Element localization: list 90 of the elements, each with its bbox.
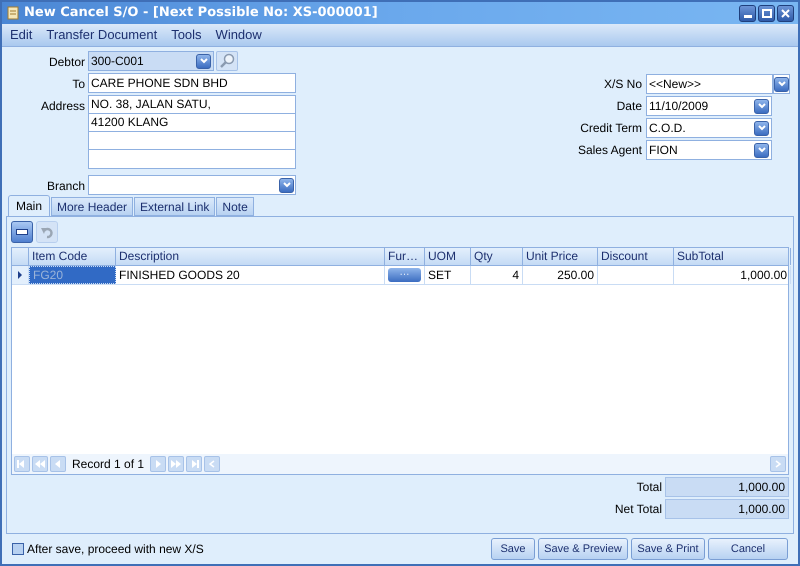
previous-page-icon	[35, 460, 45, 468]
dropdown-button[interactable]	[754, 120, 769, 136]
checkbox-label: After save, proceed with new X/S	[27, 541, 204, 558]
document-icon	[6, 6, 20, 20]
chevron-right-icon	[775, 460, 781, 468]
current-row-icon	[18, 271, 22, 279]
tab[interactable]: More Header	[51, 197, 134, 216]
chevron-down-icon	[758, 103, 766, 109]
field-value: C.O.D.	[649, 120, 686, 137]
field-label: Sales Agent	[576, 142, 643, 159]
menu-item[interactable]: Window	[216, 25, 262, 45]
close-icon	[781, 8, 790, 18]
close-button[interactable]	[777, 4, 794, 22]
branch-dropdown[interactable]	[88, 175, 296, 195]
next-page-icon	[171, 460, 182, 468]
maximize-icon	[762, 8, 772, 18]
field-value: <<New>>	[649, 76, 702, 93]
chevron-down-icon	[282, 182, 290, 188]
search-icon	[219, 53, 235, 69]
dropdown-field[interactable]: C.O.D.	[646, 118, 772, 138]
tab[interactable]: Main	[8, 195, 50, 216]
total-field: 1,000.00	[665, 499, 789, 519]
dialog-button[interactable]: Save & Preview	[538, 538, 628, 560]
menu-item[interactable]: Transfer Document	[46, 25, 158, 45]
address-line[interactable]: NO. 38, JALAN SATU,	[89, 96, 295, 114]
undo-icon	[40, 225, 54, 239]
total-label: Net Total	[614, 501, 663, 518]
table-cell: FINISHED GOODS 20	[116, 266, 385, 284]
column-header[interactable]: SubTotal	[674, 248, 791, 265]
remove-button[interactable]	[11, 221, 33, 243]
minimize-icon	[744, 14, 752, 18]
next-record-icon	[153, 460, 164, 468]
previous-record-icon	[53, 460, 63, 468]
dropdown-field[interactable]: 11/10/2009	[646, 96, 772, 116]
debtor-dropdown[interactable]: 300-C001	[88, 51, 214, 71]
dropdown-button[interactable]	[754, 142, 769, 158]
dropdown-button[interactable]	[754, 98, 769, 114]
column-header[interactable]: Unit Price	[523, 248, 598, 265]
field-value: 11/10/2009	[649, 98, 708, 115]
menu-item[interactable]: Edit	[10, 25, 32, 45]
chevron-down-icon	[758, 125, 766, 131]
chevron-down-icon	[758, 147, 766, 153]
chevron-left-icon	[209, 460, 216, 468]
dropdown-button[interactable]	[774, 76, 789, 92]
table-cell: SET	[425, 266, 471, 284]
menu-item[interactable]: Tools	[171, 25, 202, 45]
column-header[interactable]: Fur…	[385, 248, 425, 265]
dialog-button[interactable]: Cancel	[708, 538, 788, 560]
to-field[interactable]: CARE PHONE SDN BHD	[88, 73, 296, 93]
column-header[interactable]: Qty	[471, 248, 523, 265]
checkbox[interactable]	[12, 543, 24, 555]
field-label: Debtor	[48, 54, 86, 71]
dropdown-button[interactable]	[196, 54, 211, 68]
column-header[interactable]: UOM	[425, 248, 471, 265]
field-value: FION	[649, 142, 678, 159]
field-value: 300-C001	[91, 53, 144, 70]
dropdown-field[interactable]: <<New>>	[646, 74, 773, 94]
tab[interactable]: External Link	[134, 197, 216, 216]
column-header[interactable]: Discount	[598, 248, 674, 265]
dialog-button[interactable]: Save & Print	[631, 538, 705, 560]
minimize-button[interactable]	[739, 4, 756, 22]
column-header[interactable]: Item Code	[29, 248, 116, 265]
field-label: To	[71, 76, 86, 93]
row-indicator[interactable]	[12, 266, 29, 284]
maximize-button[interactable]	[758, 4, 775, 22]
field-label: Address	[40, 98, 86, 115]
field-label: Date	[616, 98, 643, 115]
search-button[interactable]	[216, 51, 238, 71]
field-label: X/S No	[602, 76, 643, 93]
tab[interactable]: Note	[216, 197, 254, 216]
dialog-button[interactable]: Save	[491, 538, 535, 560]
dropdown-button[interactable]	[279, 178, 294, 192]
minus-icon	[16, 229, 28, 235]
column-header[interactable]: Description	[116, 248, 385, 265]
total-field: 1,000.00	[665, 477, 789, 497]
first-record-icon	[17, 460, 27, 468]
window-title: New Cancel S/O - [Next Possible No: XS-000001]	[24, 4, 378, 22]
dropdown-field[interactable]: FION	[646, 140, 772, 160]
table-cell: 1,000.00	[674, 266, 791, 284]
table-cell: 250.00	[523, 266, 598, 284]
chevron-down-icon	[200, 58, 208, 64]
field-label: Credit Term	[579, 120, 643, 137]
table-cell: 4	[471, 266, 523, 284]
chevron-down-icon	[778, 81, 786, 87]
field-label: Branch	[46, 178, 86, 195]
last-record-icon	[189, 460, 200, 468]
record-count: Record 1 of 1	[72, 456, 144, 473]
table-cell: FG20	[29, 266, 116, 284]
address-line[interactable]: 41200 KLANG	[89, 114, 295, 132]
total-label: Total	[636, 479, 663, 496]
